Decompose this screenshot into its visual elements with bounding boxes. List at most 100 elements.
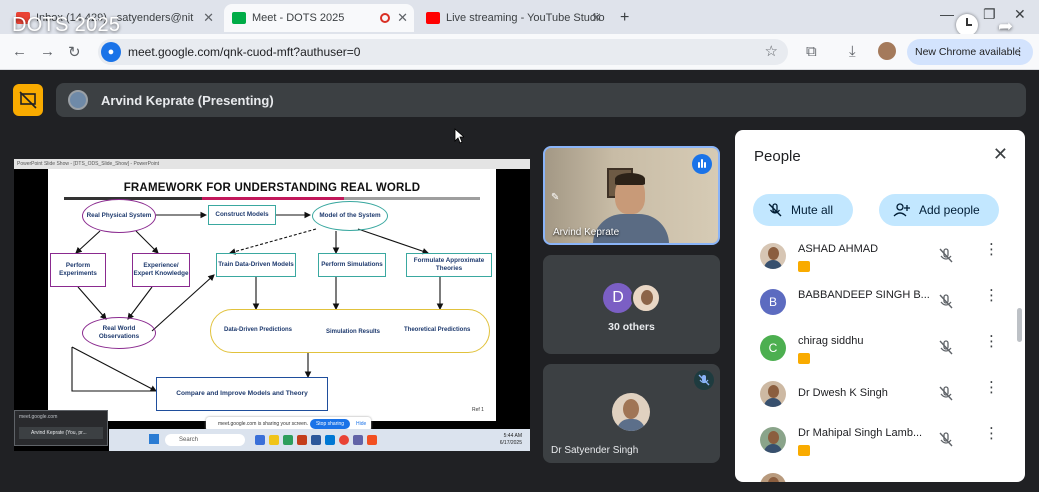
others-tile[interactable]: D 30 others <box>543 255 720 354</box>
taskbar-clock: 5:44 AM 6/17/2025 <box>500 433 522 447</box>
recording-icon <box>380 13 390 23</box>
mute-all-button[interactable]: Mute all <box>753 194 853 226</box>
profile-avatar[interactable] <box>878 42 896 60</box>
participant-row[interactable]: B BABBANDEEP SINGH B... ⋮ <box>735 280 1025 326</box>
new-tab-button[interactable]: + <box>612 4 636 32</box>
self-avatar <box>612 393 650 431</box>
tab-meet[interactable]: Meet - DOTS 2025 ✕ <box>224 4 414 32</box>
sharing-text: meet.google.com is sharing your screen. <box>218 421 309 427</box>
self-name: Dr Satyender Singh <box>551 445 639 456</box>
more-options-icon[interactable]: ⋮ <box>984 426 999 441</box>
shared-screen: PowerPoint Slide Show - [DTS_ODS_Slide_S… <box>14 159 530 451</box>
presenter-bar: Arvind Keprate (Presenting) <box>56 83 1026 117</box>
node-perform-experiments: Perform Experiments <box>50 253 106 287</box>
bookmark-star-icon[interactable]: ☆ <box>765 42 778 60</box>
participant-row[interactable]: C chirag siddhu ⋮ <box>735 326 1025 372</box>
clock-date: 6/17/2025 <box>499 440 522 446</box>
node-model-of-system: Model of the System <box>312 201 388 231</box>
app-icon[interactable] <box>325 435 335 445</box>
folder-icon[interactable] <box>269 435 279 445</box>
speaker-tile[interactable]: ✎ Arvind Keprate <box>543 146 720 245</box>
add-people-button[interactable]: Add people <box>879 194 999 226</box>
node-train-models: Train Data-Driven Models <box>216 253 296 277</box>
presenter-avatar <box>68 90 88 110</box>
mini-meet-window[interactable]: meet.google.com Arvind Keprate (You, pr.… <box>14 410 108 446</box>
windows-start-icon[interactable] <box>149 434 159 444</box>
mic-off-icon <box>768 203 782 217</box>
download-icon[interactable]: ⤓ <box>849 43 856 60</box>
more-options-icon[interactable]: ⋮ <box>984 380 999 395</box>
new-chrome-label: New Chrome available <box>915 46 1021 58</box>
slideshow-window-bar: PowerPoint Slide Show - [DTS_ODS_Slide_S… <box>14 159 530 169</box>
stop-sharing-button[interactable]: Stop sharing <box>310 419 350 429</box>
participant-row[interactable]: Dr Mahipal Singh Lamb... ⋮ <box>735 418 1025 464</box>
close-tab-icon[interactable]: ✕ <box>203 10 214 26</box>
participant-row[interactable]: ASHAD AHMAD ⋮ <box>735 234 1025 280</box>
app-icon[interactable] <box>283 435 293 445</box>
extensions-icon[interactable]: ⧉ <box>806 43 817 60</box>
minimize-icon[interactable]: — <box>940 6 954 22</box>
chrome-tab-strip: Inbox (14,429) - satyenders@nit ✕ Meet -… <box>0 0 1039 36</box>
more-options-icon[interactable]: ⋮ <box>984 242 999 257</box>
participant-name: Dr Dwesh K Singh <box>798 387 888 399</box>
reload-icon[interactable]: ↻ <box>68 43 81 61</box>
powerpoint-icon[interactable] <box>297 435 307 445</box>
close-icon[interactable]: ✕ <box>993 144 1008 165</box>
node-formulate-theories: Formulate Approximate Theories <box>406 253 492 277</box>
participant-avatar: B <box>760 289 786 315</box>
self-tile[interactable]: Dr Satyender Singh <box>543 364 720 463</box>
speaker-name: Arvind Keprate <box>553 227 620 238</box>
participant-name: Dr Mahipal Singh Lamb... <box>798 427 923 439</box>
meet-stage: Arvind Keprate (Presenting) PowerPoint S… <box>0 71 1039 492</box>
participant-avatar <box>760 473 786 482</box>
more-options-icon[interactable]: ⋮ <box>984 334 999 349</box>
back-icon[interactable]: ← <box>12 43 27 60</box>
tab-youtube-studio[interactable]: Live streaming - YouTube Studio ✕ <box>418 4 608 32</box>
participant-avatar: D <box>603 283 633 313</box>
presenter-badge-icon <box>798 445 810 456</box>
close-tab-icon[interactable]: ✕ <box>591 10 602 26</box>
speaker-hair <box>615 173 645 185</box>
node-experience-knowledge: Experience/ Expert Knowledge <box>132 253 190 287</box>
participant-row[interactable] <box>735 464 1025 482</box>
clock-time: 5:44 AM <box>503 433 522 439</box>
participant-row[interactable]: Dr Dwesh K Singh ⋮ <box>735 372 1025 418</box>
close-window-icon[interactable]: ✕ <box>1014 6 1026 23</box>
mic-off-icon[interactable] <box>937 385 955 403</box>
mic-off-icon[interactable] <box>937 431 955 449</box>
chrome-icon[interactable] <box>339 435 349 445</box>
mouse-cursor-icon <box>454 128 464 144</box>
stop-presenting-button[interactable] <box>13 84 43 116</box>
word-icon[interactable] <box>311 435 321 445</box>
mic-off-icon[interactable] <box>937 293 955 311</box>
new-chrome-available-button[interactable]: New Chrome available ⋮ <box>907 39 1033 65</box>
app-icon[interactable] <box>255 435 265 445</box>
close-tab-icon[interactable]: ✕ <box>397 10 408 26</box>
mic-icon: ● <box>101 42 121 62</box>
participant-name: ASHAD AHMAD <box>798 243 879 255</box>
add-people-label: Add people <box>919 203 980 217</box>
chrome-toolbar: ← → ↻ ● meet.google.com/qnk-cuod-mft?aut… <box>0 34 1039 70</box>
pin-icon[interactable]: ✎ <box>551 192 559 203</box>
node-compare-improve: Compare and Improve Models and Theory <box>156 377 328 411</box>
people-list-scrollbar[interactable] <box>1017 308 1022 342</box>
menu-dots-icon[interactable]: ⋮ <box>1015 39 1026 65</box>
app-icon[interactable] <box>367 435 377 445</box>
screen-root: Inbox (14,429) - satyenders@nit ✕ Meet -… <box>0 0 1039 492</box>
presentation-slide: FRAMEWORK FOR UNDERSTANDING REAL WORLD R… <box>48 169 496 421</box>
taskbar-search[interactable]: Search <box>165 434 245 446</box>
clock-icon[interactable] <box>956 14 978 36</box>
node-construct-models: Construct Models <box>208 205 276 225</box>
add-person-icon <box>893 203 910 217</box>
more-options-icon[interactable]: ⋮ <box>984 288 999 303</box>
meet-icon <box>232 12 246 24</box>
mic-off-icon[interactable] <box>937 247 955 265</box>
teams-icon[interactable] <box>353 435 363 445</box>
mic-off-icon[interactable] <box>937 339 955 357</box>
presenter-badge-icon <box>798 353 810 364</box>
windows-taskbar: Search 5:44 AM 6/17/2025 <box>109 429 530 451</box>
presenter-badge-icon <box>798 261 810 272</box>
forward-icon[interactable]: → <box>40 43 55 60</box>
address-bar[interactable]: ● meet.google.com/qnk-cuod-mft?authuser=… <box>98 39 788 65</box>
restore-icon[interactable]: ❐ <box>983 6 996 23</box>
